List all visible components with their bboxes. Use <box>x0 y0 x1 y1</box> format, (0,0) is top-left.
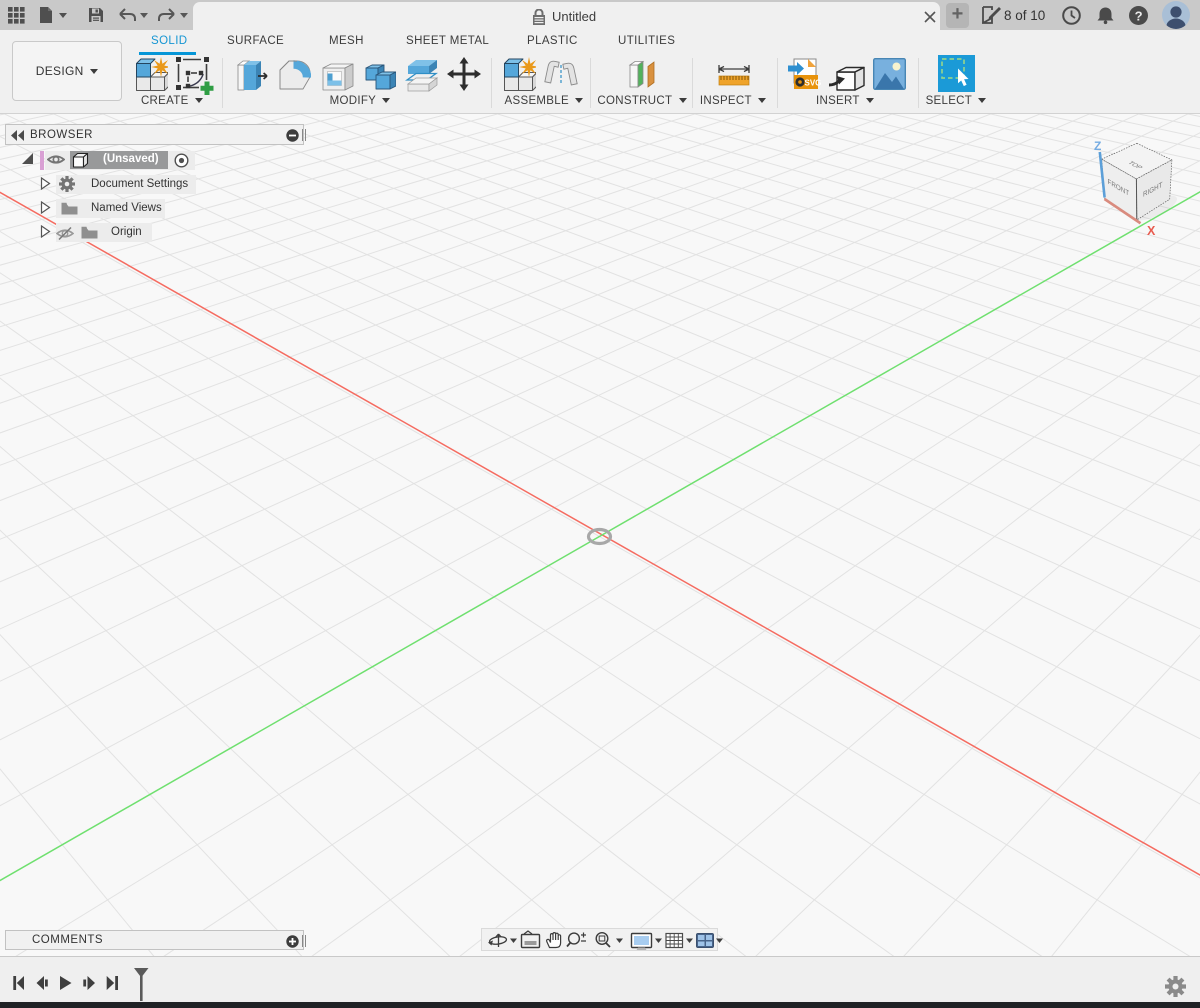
svg-text:SVG: SVG <box>805 79 822 88</box>
svg-text:X: X <box>1147 224 1156 238</box>
svg-text:Z: Z <box>1094 139 1101 153</box>
svg-text:?: ? <box>1135 9 1143 24</box>
